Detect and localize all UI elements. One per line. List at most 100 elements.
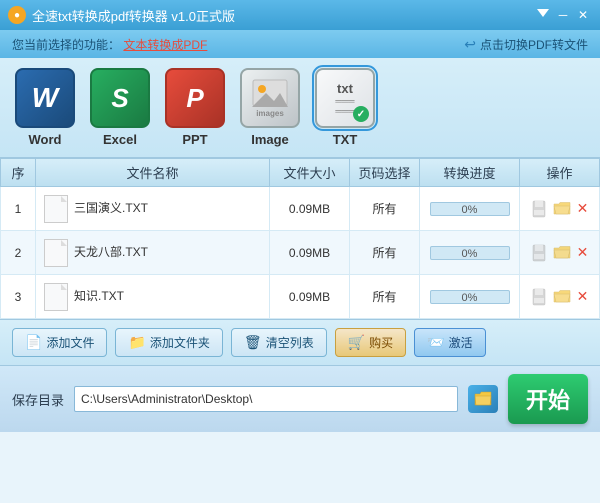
col-filename: 文件名称 bbox=[36, 159, 270, 187]
action-icons: ✕ bbox=[528, 200, 591, 218]
image-text: images bbox=[256, 109, 284, 118]
clear-icon: 🗑 bbox=[244, 334, 262, 351]
table-body: 1 三国演义.TXT 0.09MB 所有 0% bbox=[1, 187, 600, 319]
minimize-icon bbox=[537, 9, 549, 21]
delete-icon[interactable]: ✕ bbox=[577, 244, 589, 261]
excel-icon-box: S bbox=[90, 68, 150, 128]
image-icon-box: images bbox=[240, 68, 300, 128]
ppt-icon-box: P bbox=[165, 68, 225, 128]
image-label: Image bbox=[251, 132, 289, 147]
action-icons: ✕ bbox=[528, 288, 591, 306]
cell-size: 0.09MB bbox=[270, 187, 350, 231]
excel-label: Excel bbox=[103, 132, 137, 147]
txt-label: TXT bbox=[333, 132, 358, 147]
progress-bar: 0% bbox=[430, 290, 510, 304]
word-letter: W bbox=[32, 82, 58, 114]
activate-label: 激活 bbox=[449, 334, 473, 351]
current-func-link[interactable]: 文本转换成PDF bbox=[123, 38, 207, 52]
image-icon-inner: images bbox=[252, 79, 288, 118]
add-file-icon: 📄 bbox=[25, 334, 42, 351]
cell-pages: 所有 bbox=[350, 275, 420, 319]
title-bar-left: ● 全速txt转换成pdf转换器 v1.0正式版 bbox=[8, 6, 235, 25]
app-logo: ● bbox=[8, 6, 26, 24]
cell-actions: ✕ bbox=[520, 231, 600, 275]
tool-txt[interactable]: txt ═══ ═══ ✓ TXT bbox=[315, 68, 375, 147]
cell-pages: 所有 bbox=[350, 187, 420, 231]
cell-filename: 天龙八部.TXT bbox=[36, 231, 270, 275]
table-row: 2 天龙八部.TXT 0.09MB 所有 0% bbox=[1, 231, 600, 275]
file-doc-icon bbox=[44, 283, 68, 311]
switch-pdf-link[interactable]: ↩ 点击切换PDF转文件 bbox=[464, 36, 588, 53]
cell-actions: ✕ bbox=[520, 187, 600, 231]
subtitle-prefix: 您当前选择的功能： bbox=[12, 38, 120, 52]
tools-area: W Word S Excel P PPT images Image bbox=[0, 58, 600, 158]
title-bar: ● 全速txt转换成pdf转换器 v1.0正式版 ─ ✕ bbox=[0, 0, 600, 30]
cell-index: 3 bbox=[1, 275, 36, 319]
file-doc-icon bbox=[44, 195, 68, 223]
txt-text: txt bbox=[337, 81, 353, 96]
save-file-icon[interactable] bbox=[531, 200, 547, 218]
folder-browse-icon bbox=[474, 391, 492, 407]
table-header: 序 文件名称 文件大小 页码选择 转换进度 操作 bbox=[1, 159, 600, 187]
file-table-container: 序 文件名称 文件大小 页码选择 转换进度 操作 1 三国演义.TXT 0.09… bbox=[0, 158, 600, 319]
clear-list-button[interactable]: 🗑 清空列表 bbox=[231, 328, 327, 357]
purchase-button[interactable]: 🛒 购买 bbox=[335, 328, 406, 357]
txt-checkmark: ✓ bbox=[353, 106, 369, 122]
open-folder-icon[interactable] bbox=[553, 245, 571, 261]
col-action: 操作 bbox=[520, 159, 600, 187]
file-table: 序 文件名称 文件大小 页码选择 转换进度 操作 1 三国演义.TXT 0.09… bbox=[0, 158, 600, 319]
minimize-dash-button[interactable]: ─ bbox=[554, 6, 572, 24]
delete-icon[interactable]: ✕ bbox=[577, 288, 589, 305]
minimize-button[interactable] bbox=[534, 6, 552, 24]
col-progress: 转换进度 bbox=[420, 159, 520, 187]
cell-size: 0.09MB bbox=[270, 275, 350, 319]
purchase-label: 购买 bbox=[369, 334, 393, 351]
col-index: 序 bbox=[1, 159, 36, 187]
subtitle-left: 您当前选择的功能： 文本转换成PDF bbox=[12, 36, 207, 53]
add-file-label: 添加文件 bbox=[46, 334, 94, 351]
table-row: 1 三国演义.TXT 0.09MB 所有 0% bbox=[1, 187, 600, 231]
tool-excel[interactable]: S Excel bbox=[90, 68, 150, 147]
tool-ppt[interactable]: P PPT bbox=[165, 68, 225, 147]
open-folder-icon[interactable] bbox=[553, 289, 571, 305]
file-doc-icon bbox=[44, 239, 68, 267]
progress-text: 0% bbox=[431, 291, 509, 305]
app-title: 全速txt转换成pdf转换器 v1.0正式版 bbox=[32, 6, 235, 25]
col-size: 文件大小 bbox=[270, 159, 350, 187]
tool-word[interactable]: W Word bbox=[15, 68, 75, 147]
close-button[interactable]: ✕ bbox=[574, 6, 592, 24]
txt-lines: ═══ bbox=[335, 96, 354, 106]
table-row: 3 知识.TXT 0.09MB 所有 0% ✕ bbox=[1, 275, 600, 319]
save-file-icon[interactable] bbox=[531, 244, 547, 262]
cell-progress: 0% bbox=[420, 275, 520, 319]
start-button[interactable]: 开始 bbox=[508, 374, 588, 424]
add-file-button[interactable]: 📄 添加文件 bbox=[12, 328, 107, 357]
progress-text: 0% bbox=[431, 203, 509, 217]
clear-label: 清空列表 bbox=[266, 334, 314, 351]
window-controls: ─ ✕ bbox=[534, 6, 592, 24]
add-folder-button[interactable]: 📁 添加文件夹 bbox=[115, 328, 222, 357]
subtitle-bar: 您当前选择的功能： 文本转换成PDF ↩ 点击切换PDF转文件 bbox=[0, 30, 600, 58]
progress-bar: 0% bbox=[430, 202, 510, 216]
action-icons: ✕ bbox=[528, 244, 591, 262]
cell-progress: 0% bbox=[420, 187, 520, 231]
delete-icon[interactable]: ✕ bbox=[577, 200, 589, 217]
excel-letter: S bbox=[111, 83, 128, 114]
txt-content: txt ═══ ═══ bbox=[335, 81, 354, 116]
ppt-letter: P bbox=[186, 83, 203, 114]
progress-text: 0% bbox=[431, 247, 509, 261]
word-icon-box: W bbox=[15, 68, 75, 128]
txt-lines2: ═══ bbox=[335, 106, 354, 116]
bottom-buttons: 📄 添加文件 📁 添加文件夹 🗑 清空列表 🛒 购买 📨 激活 bbox=[0, 319, 600, 365]
tool-image[interactable]: images Image bbox=[240, 68, 300, 147]
cell-index: 1 bbox=[1, 187, 36, 231]
save-path-area: 保存目录 开始 bbox=[0, 365, 600, 432]
open-folder-icon[interactable] bbox=[553, 201, 571, 217]
save-file-icon[interactable] bbox=[531, 288, 547, 306]
activate-icon: 📨 bbox=[427, 334, 444, 351]
browse-folder-button[interactable] bbox=[468, 385, 498, 413]
save-path-input[interactable] bbox=[74, 386, 458, 412]
cell-actions: ✕ bbox=[520, 275, 600, 319]
activate-button[interactable]: 📨 激活 bbox=[414, 328, 485, 357]
image-svg-icon bbox=[252, 79, 288, 107]
